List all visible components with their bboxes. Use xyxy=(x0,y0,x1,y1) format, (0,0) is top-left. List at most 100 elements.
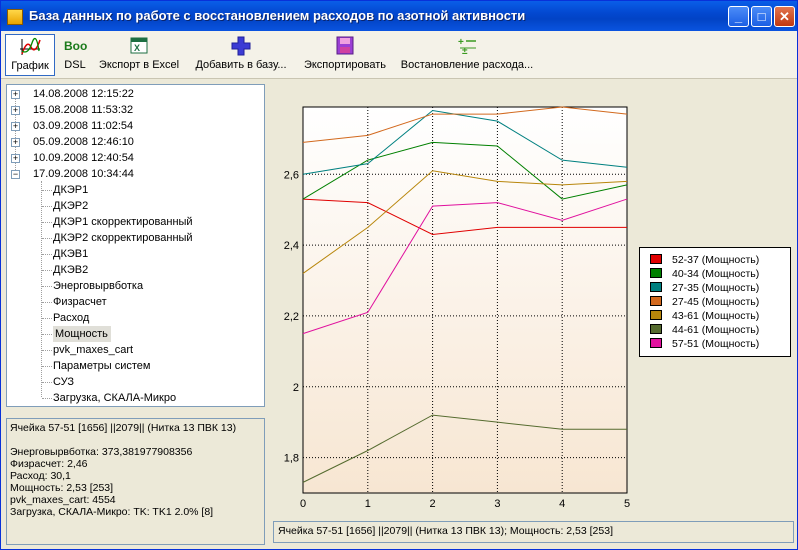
tree-child-label: СУЗ xyxy=(53,376,74,388)
x-tick-label: 2 xyxy=(430,498,436,510)
y-tick-label: 2,4 xyxy=(284,240,299,252)
tree-date-label: 14.08.2008 12:15:22 xyxy=(33,88,134,100)
x-tick-label: 4 xyxy=(559,498,565,510)
tree-child-label: ДКЭР2 xyxy=(53,200,89,212)
tree-child-label: Загрузка, СКАЛА-Микро xyxy=(53,392,177,404)
legend-item: 40-34 (Мощность) xyxy=(650,268,759,281)
plot-area xyxy=(302,106,628,494)
expand-icon[interactable]: + xyxy=(11,90,20,99)
tree-child-label: ДКЭР1 скорректированный xyxy=(53,216,193,228)
close-button[interactable]: ✕ xyxy=(774,6,795,27)
status-bar: Ячейка 57-51 [1656] ||2079|| (Нитка 13 П… xyxy=(273,521,794,543)
tree-date-label: 10.09.2008 12:40:54 xyxy=(33,152,134,164)
add-to-db-label: Добавить в базу... xyxy=(195,59,287,71)
boo-icon: Boo xyxy=(64,39,88,53)
export-label: Экспортировать xyxy=(303,59,387,71)
legend-swatch xyxy=(650,296,662,306)
title-bar[interactable]: База данных по работе с восстановлением … xyxy=(1,1,797,31)
tree-view[interactable]: +14.08.2008 12:15:22 +15.08.2008 11:53:3… xyxy=(6,84,265,407)
chart-button[interactable]: График xyxy=(5,34,55,76)
legend-label: 43-61 (Мощность) xyxy=(672,310,760,322)
legend-label: 27-45 (Мощность) xyxy=(672,296,760,308)
y-tick-label: 2 xyxy=(293,382,299,394)
x-tick-label: 3 xyxy=(494,498,500,510)
legend-label: 52-37 (Мощность) xyxy=(672,254,760,266)
legend-item: 57-51 (Мощность) xyxy=(650,338,759,351)
tree-date-label: 05.09.2008 12:46:10 xyxy=(33,136,134,148)
info-line xyxy=(10,434,261,446)
legend-swatch xyxy=(650,254,662,264)
y-tick-label: 1,8 xyxy=(284,453,299,465)
legend-item: 43-61 (Мощность) xyxy=(650,310,759,323)
formula-icon: + ± xyxy=(458,37,476,56)
legend-label: 44-61 (Мощность) xyxy=(672,324,760,336)
tree-child-label: Параметры систем xyxy=(53,360,151,372)
collapse-icon[interactable]: − xyxy=(11,170,20,179)
tree-date-label: 17.09.2008 10:34:44 xyxy=(33,168,134,180)
save-icon xyxy=(336,36,354,55)
legend-item: 44-61 (Мощность) xyxy=(650,324,759,337)
y-tick-label: 2,2 xyxy=(284,311,299,323)
legend-label: 40-34 (Мощность) xyxy=(672,268,760,280)
expand-icon[interactable]: + xyxy=(11,154,20,163)
legend-swatch xyxy=(650,268,662,278)
window-title: База данных по работе с восстановлением … xyxy=(29,8,526,23)
minimize-button[interactable]: _ xyxy=(728,6,749,27)
export-excel-button[interactable]: X Экспорт в Excel xyxy=(95,34,183,76)
x-tick-label: 5 xyxy=(624,498,630,510)
info-line: Загрузка, СКАЛА-Микро: TK: TK1 2.0% [8] xyxy=(10,506,214,518)
expand-icon[interactable]: + xyxy=(11,138,20,147)
svg-text:X: X xyxy=(134,43,140,53)
tree-child-label: pvk_maxes_cart xyxy=(53,344,134,356)
legend-label: 27-35 (Мощность) xyxy=(672,282,760,294)
restore-flow-button[interactable]: + ± Востановление расхода... xyxy=(399,34,535,76)
info-line: Ячейка 57-51 [1656] ||2079|| (Нитка 13 П… xyxy=(10,422,237,434)
expand-icon[interactable]: + xyxy=(11,106,20,115)
legend-item: 27-35 (Мощность) xyxy=(650,282,759,295)
y-tick-label: 2,6 xyxy=(284,169,299,181)
x-tick-label: 1 xyxy=(365,498,371,510)
chart-legend: 52-37 (Мощность) 40-34 (Мощность) 27-35 … xyxy=(639,247,791,357)
tree-line xyxy=(41,181,42,397)
maximize-button[interactable]: □ xyxy=(751,6,772,27)
tree-child-label: Расход xyxy=(53,312,90,324)
expand-icon[interactable]: + xyxy=(11,122,20,131)
chart-icon xyxy=(20,37,41,55)
tree-child-label: ДКЭВ2 xyxy=(53,264,89,276)
power-chart[interactable]: 0 1 2 3 4 5 1,8 2 2,2 2,4 2,6 xyxy=(269,85,641,515)
restore-flow-label: Востановление расхода... xyxy=(400,59,534,71)
tree-date-label: 03.09.2008 11:02:54 xyxy=(33,120,134,132)
toolbar: График Boo DSL X Экспорт в Excel Добавит… xyxy=(1,31,797,79)
info-panel: Ячейка 57-51 [1656] ||2079|| (Нитка 13 П… xyxy=(6,418,265,545)
info-line: pvk_maxes_cart: 4554 xyxy=(10,494,116,506)
tree-child-label: ДКЭР2 скорректированный xyxy=(53,232,193,244)
main-window: База данных по работе с восстановлением … xyxy=(0,0,798,550)
legend-swatch xyxy=(650,338,662,348)
tree-child-label: ДКЭВ1 xyxy=(53,248,89,260)
app-icon xyxy=(7,9,23,25)
plus-icon xyxy=(231,36,251,56)
info-line: Энерговырвботка: 373,381977908356 xyxy=(10,446,193,458)
export-excel-label: Экспорт в Excel xyxy=(98,59,180,71)
x-tick-label: 0 xyxy=(300,498,306,510)
info-line: Мощность: 2,53 [253] xyxy=(10,482,114,494)
tree-date-label: 15.08.2008 11:53:32 xyxy=(33,104,134,116)
tree-child-label: Физрасчет xyxy=(53,296,107,308)
info-line: Расход: 30,1 xyxy=(10,470,71,482)
add-to-db-button[interactable]: Добавить в базу... xyxy=(191,34,291,76)
legend-swatch xyxy=(650,282,662,292)
dsl-button[interactable]: Boo DSL xyxy=(59,34,91,76)
legend-swatch xyxy=(650,310,662,320)
legend-label: 57-51 (Мощность) xyxy=(672,338,760,350)
legend-item: 27-45 (Мощность) xyxy=(650,296,759,309)
export-button[interactable]: Экспортировать xyxy=(299,34,391,76)
legend-item: 52-37 (Мощность) xyxy=(650,254,759,267)
dsl-button-label: DSL xyxy=(64,59,86,71)
info-line: Физрасчет: 2,46 xyxy=(10,458,88,470)
excel-icon: X xyxy=(130,37,148,54)
tree-child-label: ДКЭР1 xyxy=(53,184,89,196)
chart-button-label: График xyxy=(11,60,49,72)
tree-child-label: Мощность xyxy=(53,326,111,342)
tree-child-label: Энерговырвботка xyxy=(53,280,144,292)
legend-swatch xyxy=(650,324,662,334)
